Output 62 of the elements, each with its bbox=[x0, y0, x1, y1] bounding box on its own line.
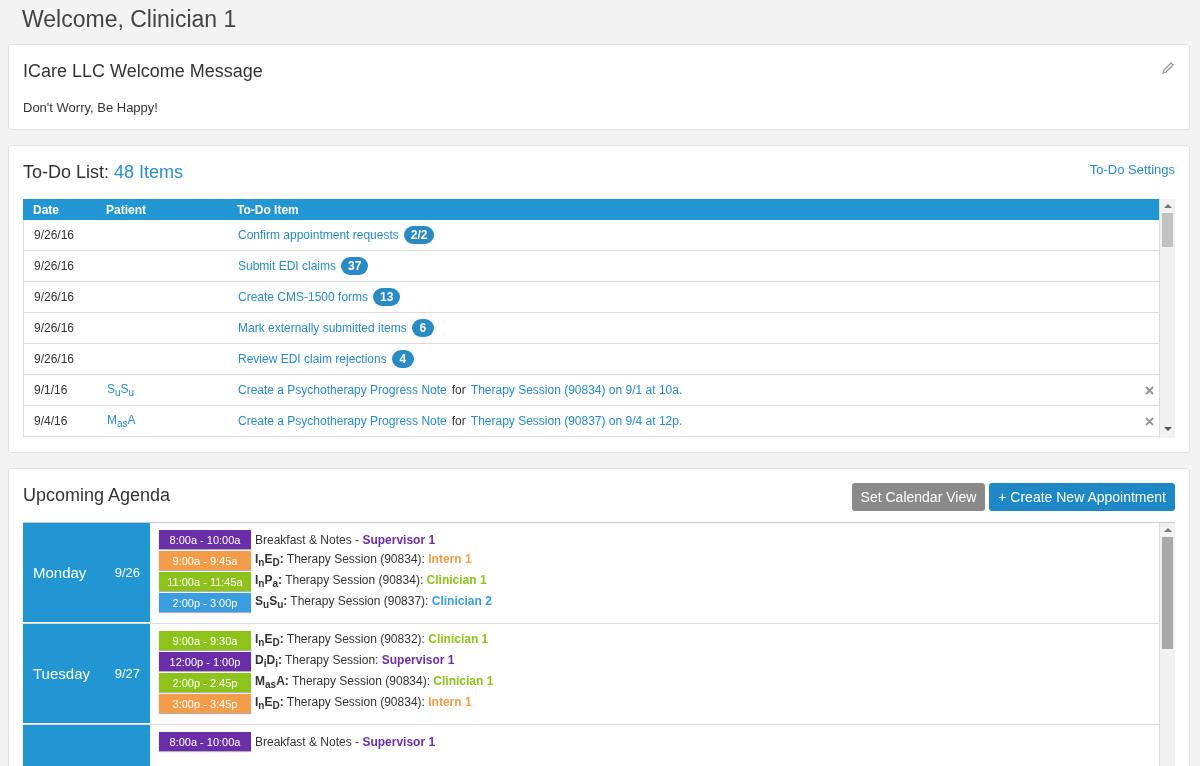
pencil-icon[interactable] bbox=[1161, 61, 1175, 75]
patient-link[interactable]: S$_{u}$S$_{u}$ bbox=[107, 381, 135, 396]
appointment-text[interactable]: Breakfast & Notes - Supervisor 1 bbox=[255, 532, 436, 547]
scrollbar[interactable] bbox=[1159, 523, 1175, 766]
appointment-text[interactable]: Breakfast & Notes - Supervisor 1 bbox=[255, 734, 436, 749]
appointment-text[interactable]: I$_{n}$E$_{D}$: Therapy Session (90834): Intern 1 bbox=[255, 695, 472, 712]
time-block[interactable]: 9:00a - 9:30a bbox=[159, 631, 251, 650]
appointment-text[interactable]: M$_{as}$A: Therapy Session (90834): Clinician 1 bbox=[255, 674, 494, 691]
time-block[interactable]: 8:00a - 10:00a bbox=[159, 732, 251, 751]
card-title: ICare LLC Welcome Message bbox=[23, 61, 263, 82]
count-badge: 13 bbox=[373, 288, 401, 306]
session-link[interactable]: Therapy Session (90834) on 9/1 at 10a. bbox=[470, 383, 683, 397]
todo-link[interactable]: Create CMS-1500 forms bbox=[238, 290, 369, 304]
card-title: To-Do List: bbox=[23, 162, 110, 182]
todo-link[interactable]: Create a Psychotherapy Progress Note bbox=[238, 383, 447, 397]
count-badge: 2/2 bbox=[403, 226, 435, 244]
todo-settings-link[interactable]: To-Do Settings bbox=[1089, 162, 1175, 177]
date-cell-text: 9/26/16 bbox=[33, 352, 76, 366]
day-cell: Monday 9/26 bbox=[23, 523, 150, 623]
appointment-text[interactable]: D$_{i}$D$_{i}$: Therapy Session: Supervisor 1 bbox=[255, 653, 455, 670]
todo-link[interactable]: Confirm appointment requests bbox=[238, 228, 399, 242]
session-link[interactable]: Therapy Session (90837) on 9/4 at 12p. bbox=[470, 414, 683, 428]
date-cell-text: 9/26/16 bbox=[33, 290, 76, 304]
column-header: Patient bbox=[105, 202, 147, 217]
connector-text: for bbox=[451, 414, 466, 428]
column-header: To-Do Item bbox=[236, 202, 300, 217]
count-badge: 37 bbox=[341, 257, 369, 275]
column-header: Date bbox=[32, 202, 60, 217]
time-block[interactable]: 11:00a - 11:45a bbox=[159, 572, 251, 591]
connector-text: for bbox=[451, 383, 466, 397]
time-block[interactable]: 3:00p - 3:45p bbox=[159, 694, 251, 713]
appointment-text[interactable]: I$_{n}$E$_{D}$: Therapy Session (90834): Intern 1 bbox=[255, 552, 472, 569]
close-icon[interactable] bbox=[1144, 416, 1154, 426]
close-icon[interactable] bbox=[1144, 385, 1154, 395]
create-appointment-button[interactable]: + Create New Appointment bbox=[989, 483, 1175, 511]
date-cell-text: 9/26/16 bbox=[33, 259, 76, 273]
appointment-text[interactable]: S$_{u}$S$_{u}$: Therapy Session (90837): Clinician 2 bbox=[255, 594, 492, 611]
welcome-message: Don't Worry, Be Happy! bbox=[23, 100, 159, 115]
date-cell-text: 9/26/16 bbox=[33, 228, 76, 242]
date-cell-text: 9/26/16 bbox=[33, 321, 76, 335]
patient-link[interactable]: M$_{as}$A bbox=[107, 412, 136, 427]
count-badge: 4 bbox=[391, 350, 414, 368]
time-block[interactable]: 2:00p - 3:00p bbox=[159, 593, 251, 612]
scrollbar[interactable] bbox=[1159, 199, 1175, 438]
page-title: Welcome, Clinician 1 bbox=[21, 5, 238, 34]
todo-link[interactable]: Review EDI claim rejections bbox=[238, 352, 387, 366]
todo-link[interactable]: Submit EDI claims bbox=[238, 259, 337, 273]
date-cell-text: 9/4/16 bbox=[33, 414, 69, 428]
date-cell-text: 9/1/16 bbox=[33, 383, 69, 397]
appointment-text[interactable]: I$_{n}$P$_{a}$: Therapy Session (90834): Clinician 1 bbox=[255, 573, 487, 590]
calendar-view-button[interactable]: Set Calendar View bbox=[851, 483, 986, 511]
todo-link[interactable]: Mark externally submitted items bbox=[238, 321, 407, 335]
time-block[interactable]: 9:00a - 9:45a bbox=[159, 551, 251, 570]
todo-link[interactable]: Create a Psychotherapy Progress Note bbox=[238, 414, 447, 428]
appointment-text[interactable]: I$_{n}$E$_{D}$: Therapy Session (90832): Clinician 1 bbox=[255, 632, 489, 649]
time-block[interactable]: 8:00a - 10:00a bbox=[159, 530, 251, 549]
card-title: Upcoming Agenda bbox=[23, 485, 171, 506]
count-badge: 6 bbox=[411, 319, 434, 337]
time-block[interactable]: 12:00p - 1:00p bbox=[159, 652, 251, 671]
item-count: 48 Items bbox=[114, 162, 184, 182]
time-block[interactable]: 2:00p - 2:45p bbox=[159, 673, 251, 692]
day-cell: Tuesday 9/27 bbox=[23, 624, 150, 724]
